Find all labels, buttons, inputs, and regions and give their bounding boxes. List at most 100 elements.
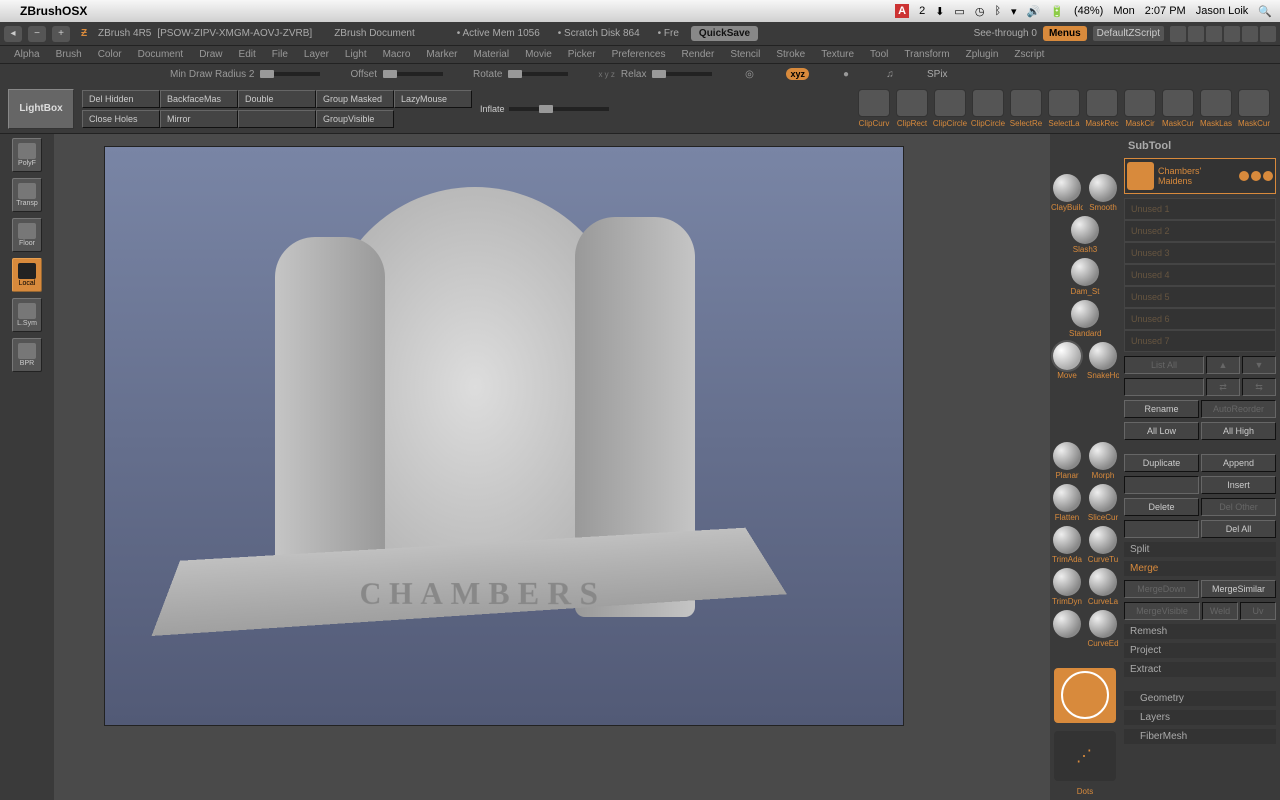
- menu-color[interactable]: Color: [92, 48, 128, 61]
- mergesimilar-button[interactable]: MergeSimilar: [1201, 580, 1276, 598]
- maximize-button[interactable]: +: [52, 26, 70, 42]
- lightbox-button[interactable]: LightBox: [8, 89, 74, 129]
- inflate-slider[interactable]: [509, 107, 609, 111]
- relax-slider[interactable]: [652, 72, 712, 76]
- layout-icon-5[interactable]: [1242, 26, 1258, 42]
- layout-icon-1[interactable]: [1170, 26, 1186, 42]
- brush-trimdyn[interactable]: TrimDyn: [1051, 568, 1083, 606]
- rename-button[interactable]: Rename: [1124, 400, 1199, 418]
- menu-render[interactable]: Render: [676, 48, 721, 61]
- tool-mirror[interactable]: Mirror: [160, 110, 238, 128]
- subtool-slot[interactable]: Unused 6: [1124, 308, 1276, 330]
- subtool-slot[interactable]: Unused 4: [1124, 264, 1276, 286]
- up-button[interactable]: ▲: [1206, 356, 1240, 374]
- menus-button[interactable]: Menus: [1043, 26, 1087, 41]
- vis-icon[interactable]: [1251, 171, 1261, 181]
- brush-curvetu[interactable]: CurveTu: [1087, 526, 1119, 564]
- default-zscript-button[interactable]: DefaultZScript: [1093, 26, 1164, 41]
- subtool-header[interactable]: SubTool: [1124, 138, 1276, 154]
- menu-tool[interactable]: Tool: [864, 48, 894, 61]
- tool-groupvisible[interactable]: GroupVisible: [316, 110, 394, 128]
- clip-maskrec[interactable]: MaskRec: [1084, 89, 1120, 128]
- layout-icon-4[interactable]: [1224, 26, 1240, 42]
- menu-brush[interactable]: Brush: [50, 48, 88, 61]
- tool-group-masked[interactable]: Group Masked: [316, 90, 394, 108]
- menu-draw[interactable]: Draw: [193, 48, 228, 61]
- menu-movie[interactable]: Movie: [519, 48, 558, 61]
- clip-selectla[interactable]: SelectLa: [1046, 89, 1082, 128]
- xyz-button[interactable]: xyz: [786, 68, 809, 80]
- doc-label[interactable]: ZBrush Document: [334, 28, 415, 39]
- menu-zscript[interactable]: Zscript: [1008, 48, 1050, 61]
- mergedown-button[interactable]: MergeDown: [1124, 580, 1199, 598]
- brush-planar[interactable]: Planar: [1051, 442, 1083, 480]
- volume-icon[interactable]: 🔊: [1027, 5, 1041, 18]
- menu-edit[interactable]: Edit: [233, 48, 262, 61]
- brush-morph[interactable]: Morph: [1087, 442, 1119, 480]
- adobe-icon[interactable]: A: [895, 4, 909, 18]
- swap-button[interactable]: ⇄: [1206, 378, 1240, 396]
- brush-trimada[interactable]: TrimAda: [1051, 526, 1083, 564]
- offset-slider[interactable]: [383, 72, 443, 76]
- autoreorder-button[interactable]: AutoReorder: [1201, 400, 1276, 418]
- project-section[interactable]: Project: [1124, 643, 1276, 658]
- down-button[interactable]: ▼: [1242, 356, 1276, 374]
- brush-snakeho[interactable]: SnakeHo: [1087, 342, 1119, 380]
- menu-marker[interactable]: Marker: [420, 48, 463, 61]
- clip-maskcur[interactable]: MaskCur: [1160, 89, 1196, 128]
- menu-transform[interactable]: Transform: [898, 48, 955, 61]
- brush-smooth[interactable]: Smooth: [1087, 174, 1119, 212]
- brush-slash3[interactable]: Slash3: [1069, 216, 1101, 254]
- delete-button[interactable]: Delete: [1124, 498, 1199, 516]
- subtool-active[interactable]: Chambers' Maidens: [1124, 158, 1276, 194]
- mindraw-slider[interactable]: [260, 72, 320, 76]
- subtool-slot[interactable]: Unused 7: [1124, 330, 1276, 352]
- clip-clipcircle[interactable]: ClipCircle: [970, 89, 1006, 128]
- nav-sphere[interactable]: [1054, 668, 1116, 723]
- dock-bpr[interactable]: BPR: [12, 338, 42, 372]
- subtool-slot[interactable]: Unused 5: [1124, 286, 1276, 308]
- delother-button[interactable]: Del Other: [1201, 498, 1276, 516]
- menu-stroke[interactable]: Stroke: [770, 48, 811, 61]
- allhigh-button[interactable]: All High: [1201, 422, 1276, 440]
- dropbox-icon[interactable]: ⬇: [935, 5, 944, 18]
- geometry-section[interactable]: Geometry: [1124, 691, 1276, 706]
- clip-maskcur[interactable]: MaskCur: [1236, 89, 1272, 128]
- mindraw-label[interactable]: Min Draw Radius 2: [170, 69, 254, 80]
- app-name[interactable]: ZBrushOSX: [20, 4, 87, 18]
- vis-icon[interactable]: [1239, 171, 1249, 181]
- extract-section[interactable]: Extract: [1124, 662, 1276, 677]
- tool-del-hidden[interactable]: Del Hidden: [82, 90, 160, 108]
- brush-curveed[interactable]: CurveEd: [1087, 610, 1119, 648]
- menu-stencil[interactable]: Stencil: [724, 48, 766, 61]
- brush-[interactable]: [1051, 610, 1083, 648]
- dock-l.sym[interactable]: L.Sym: [12, 298, 42, 332]
- menu-document[interactable]: Document: [132, 48, 190, 61]
- target-icon[interactable]: ◎: [742, 67, 756, 81]
- dock-floor[interactable]: Floor: [12, 218, 42, 252]
- listall-button[interactable]: List All: [1124, 356, 1204, 374]
- seethrough-label[interactable]: See-through 0: [974, 28, 1037, 39]
- bluetooth-icon[interactable]: ᛒ: [994, 5, 1001, 17]
- remesh-section[interactable]: Remesh: [1124, 624, 1276, 639]
- battery-icon[interactable]: 🔋: [1050, 5, 1064, 18]
- menu-preferences[interactable]: Preferences: [606, 48, 672, 61]
- brush-dam_st[interactable]: Dam_St: [1069, 258, 1101, 296]
- inflate-label[interactable]: Inflate: [480, 104, 505, 114]
- display-icon[interactable]: ▭: [954, 5, 964, 18]
- menu-texture[interactable]: Texture: [815, 48, 860, 61]
- brush-slicecur[interactable]: SliceCur: [1087, 484, 1119, 522]
- relax-label[interactable]: Relax: [621, 69, 647, 80]
- insert-button[interactable]: Insert: [1201, 476, 1276, 494]
- clip-cliprect[interactable]: ClipRect: [894, 89, 930, 128]
- minimize-button[interactable]: −: [28, 26, 46, 42]
- vis-icon[interactable]: [1263, 171, 1273, 181]
- menu-layer[interactable]: Layer: [298, 48, 335, 61]
- rotate-slider[interactable]: [508, 72, 568, 76]
- brush-curvela[interactable]: CurveLa: [1087, 568, 1119, 606]
- clip-clipcircle[interactable]: ClipCircle: [932, 89, 968, 128]
- menu-zplugin[interactable]: Zplugin: [960, 48, 1005, 61]
- delall-button[interactable]: Del All: [1201, 520, 1276, 538]
- spix-label[interactable]: SPix: [927, 69, 948, 80]
- timemachine-icon[interactable]: ◷: [975, 5, 985, 18]
